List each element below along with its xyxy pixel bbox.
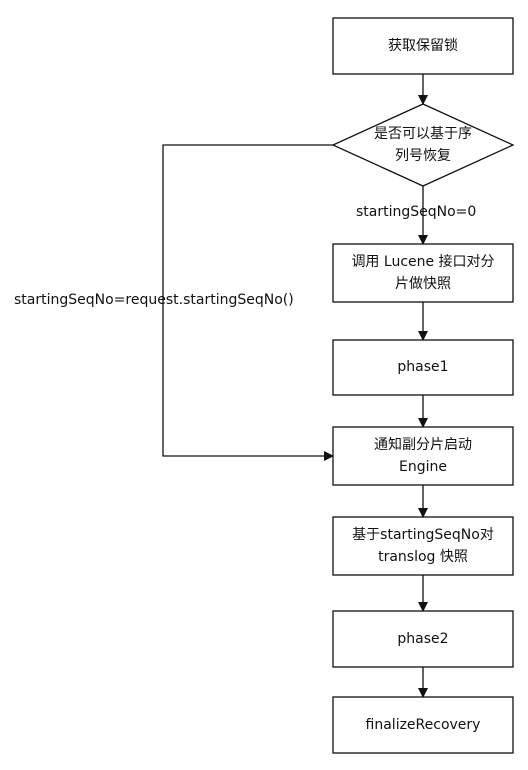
decision-label: 是否可以基于序 列号恢复	[343, 123, 503, 167]
lucene-snapshot-label: 调用 Lucene 接口对分 片做快照	[333, 251, 513, 295]
yes-branch-edge-label: startingSeqNo=request.startingSeqNo()	[14, 292, 294, 308]
start-engine-label: 通知副分片启动 Engine	[333, 434, 513, 478]
acquire-lock-text: 获取保留锁	[388, 38, 458, 54]
acquire-lock-label: 获取保留锁	[333, 35, 513, 57]
finalize-text: finalizeRecovery	[365, 717, 481, 733]
translog-snapshot-text-line1: 基于startingSeqNo对	[352, 527, 494, 543]
flowchart-canvas	[162, 17, 515, 754]
phase2-label: phase2	[333, 628, 513, 650]
translog-snapshot-label: 基于startingSeqNo对 translog 快照	[333, 524, 513, 568]
decision-text-line1: 是否可以基于序	[374, 126, 472, 142]
phase1-text: phase1	[397, 359, 449, 375]
translog-snapshot-text-line2: translog 快照	[378, 549, 468, 565]
finalize-label: finalizeRecovery	[333, 714, 513, 736]
start-engine-text-line2: Engine	[399, 459, 447, 475]
decision-text-line2: 列号恢复	[395, 148, 451, 164]
lucene-snapshot-text-line2: 片做快照	[395, 276, 451, 292]
phase2-text: phase2	[397, 631, 449, 647]
no-branch-edge-label: startingSeqNo=0	[356, 204, 477, 220]
lucene-snapshot-text-line1: 调用 Lucene 接口对分	[351, 254, 495, 270]
start-engine-text-line1: 通知副分片启动	[374, 437, 472, 453]
phase1-label: phase1	[333, 356, 513, 378]
